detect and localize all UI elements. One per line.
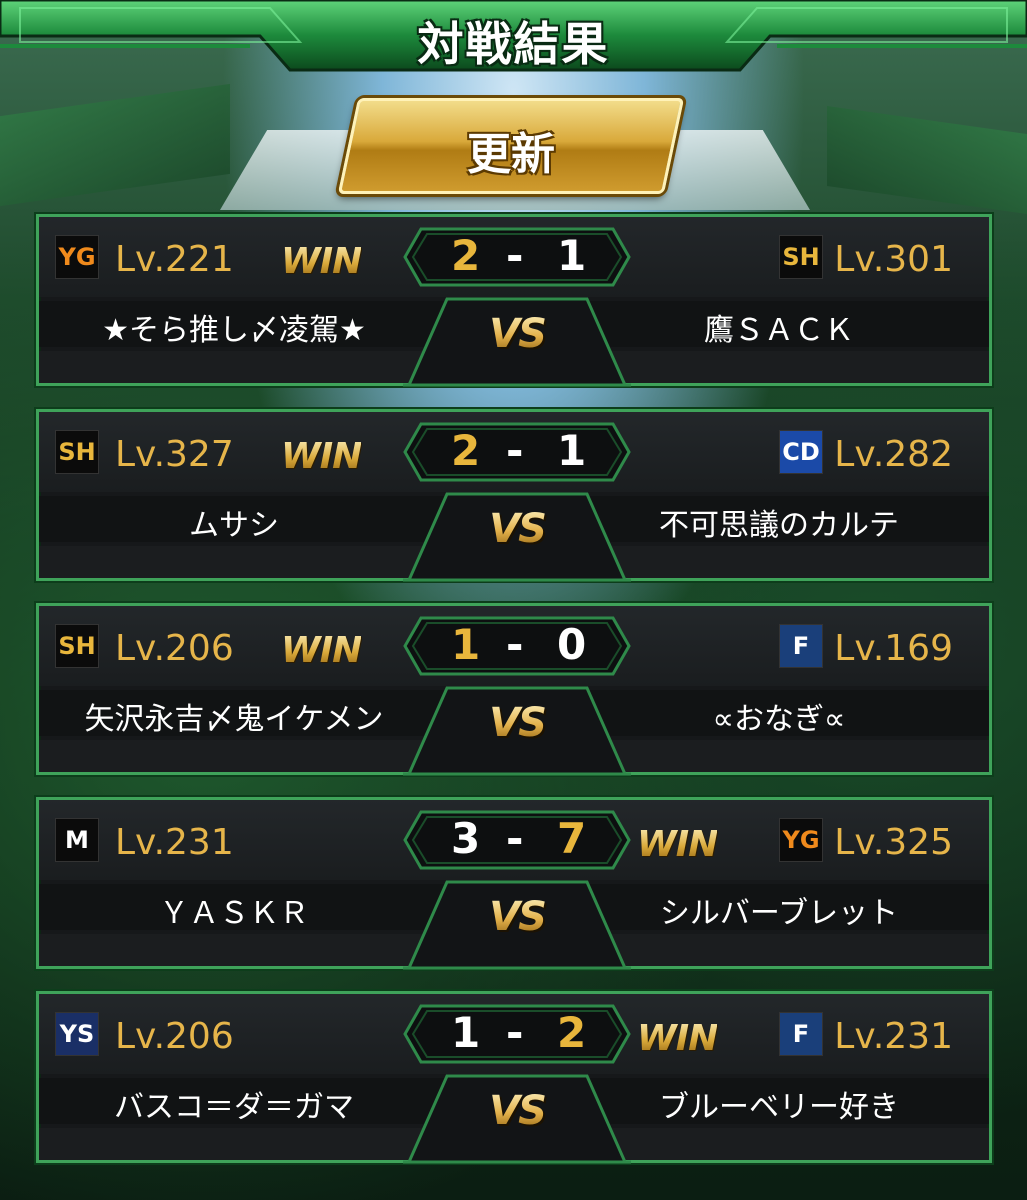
page-title: 対戦結果 bbox=[417, 17, 610, 71]
hawks-logo-icon: SH bbox=[55, 430, 99, 474]
score-left: 1 bbox=[451, 620, 481, 669]
hawks-logo-icon: SH bbox=[55, 624, 99, 668]
win-badge-left: WIN bbox=[281, 436, 362, 477]
win-badge-left: WIN bbox=[281, 241, 362, 282]
score-left: 2 bbox=[451, 426, 481, 475]
score-separator: - bbox=[506, 814, 524, 863]
title-banner: 対戦結果 bbox=[0, 0, 1027, 78]
player-level-right: Lv.282 bbox=[834, 434, 953, 475]
player-level-right: Lv.325 bbox=[834, 822, 953, 863]
swallows-logo-icon: YS bbox=[55, 1012, 99, 1056]
dragons-logo-icon: CD bbox=[779, 430, 823, 474]
score-left: 2 bbox=[451, 231, 481, 280]
score-right: 1 bbox=[557, 231, 587, 280]
score-plate: 3 - 7 bbox=[403, 808, 631, 872]
hawks-logo-icon: SH bbox=[779, 235, 823, 279]
player-name-left: バスコ＝ダ＝ガマ bbox=[114, 1090, 354, 1125]
score-right: 7 bbox=[557, 814, 587, 863]
score-separator: - bbox=[506, 426, 524, 475]
player-level-right: Lv.301 bbox=[834, 239, 953, 280]
score-left: 1 bbox=[451, 1008, 481, 1057]
giants-logo-icon: YG bbox=[55, 235, 99, 279]
player-level-right: Lv.231 bbox=[834, 1016, 953, 1057]
fighters-logo-icon: F bbox=[779, 624, 823, 668]
win-badge-left: WIN bbox=[281, 630, 362, 671]
player-name-right: シルバーブレット bbox=[659, 896, 899, 931]
refresh-button-label: 更新 bbox=[467, 129, 555, 180]
player-name-left: ムサシ bbox=[189, 508, 279, 543]
match-card[interactable]: YG Lv.221 WIN 2 - 1 SH Lv.301 ★そら推し〆凌駕★ … bbox=[36, 214, 992, 387]
score-plate: 1 - 0 bbox=[403, 614, 631, 678]
player-name-left: ＹＡＳＫＲ bbox=[159, 896, 309, 931]
score-plate: 1 - 2 bbox=[403, 1002, 631, 1066]
player-level-left: Lv.327 bbox=[115, 434, 234, 475]
win-badge-right: WIN bbox=[637, 1018, 718, 1059]
fighters-logo-icon: F bbox=[779, 1012, 823, 1056]
player-level-left: Lv.206 bbox=[115, 628, 234, 669]
giants-logo-icon: YG bbox=[779, 818, 823, 862]
match-card[interactable]: SH Lv.206 WIN 1 - 0 F Lv.169 矢沢永吉〆鬼イケメン … bbox=[36, 603, 992, 776]
score-plate: 2 - 1 bbox=[403, 420, 631, 484]
player-level-right: Lv.169 bbox=[834, 628, 953, 669]
score-separator: - bbox=[506, 620, 524, 669]
player-name-left: 矢沢永吉〆鬼イケメン bbox=[84, 702, 384, 737]
player-name-right: ∝おなぎ∝ bbox=[712, 702, 846, 737]
player-level-left: Lv.221 bbox=[115, 239, 234, 280]
player-name-right: ブルーベリー好き bbox=[659, 1090, 899, 1125]
score-right: 0 bbox=[557, 620, 587, 669]
player-level-left: Lv.231 bbox=[115, 822, 234, 863]
match-card[interactable]: M Lv.231 3 - 7 WIN YG Lv.325 ＹＡＳＫＲ VS シル… bbox=[36, 797, 992, 970]
score-right: 2 bbox=[557, 1008, 587, 1057]
score-plate: 2 - 1 bbox=[403, 225, 631, 289]
stadium-stand-left bbox=[0, 83, 230, 207]
score-separator: - bbox=[506, 231, 524, 280]
score-separator: - bbox=[506, 1008, 524, 1057]
player-name-left: ★そら推し〆凌駕★ bbox=[102, 313, 366, 348]
player-name-right: 不可思議のカルテ bbox=[659, 508, 899, 543]
stadium-stand-right bbox=[827, 105, 1027, 215]
score-left: 3 bbox=[451, 814, 481, 863]
win-badge-right: WIN bbox=[637, 824, 718, 865]
player-name-right: 鷹ＳＡＣＫ bbox=[704, 313, 854, 348]
refresh-button[interactable]: 更新 bbox=[337, 98, 685, 194]
score-right: 1 bbox=[557, 426, 587, 475]
match-card[interactable]: SH Lv.327 WIN 2 - 1 CD Lv.282 ムサシ VS 不可思… bbox=[36, 409, 992, 582]
player-level-left: Lv.206 bbox=[115, 1016, 234, 1057]
match-card[interactable]: YS Lv.206 1 - 2 WIN F Lv.231 バスコ＝ダ＝ガマ VS… bbox=[36, 991, 992, 1164]
marines-logo-icon: M bbox=[55, 818, 99, 862]
